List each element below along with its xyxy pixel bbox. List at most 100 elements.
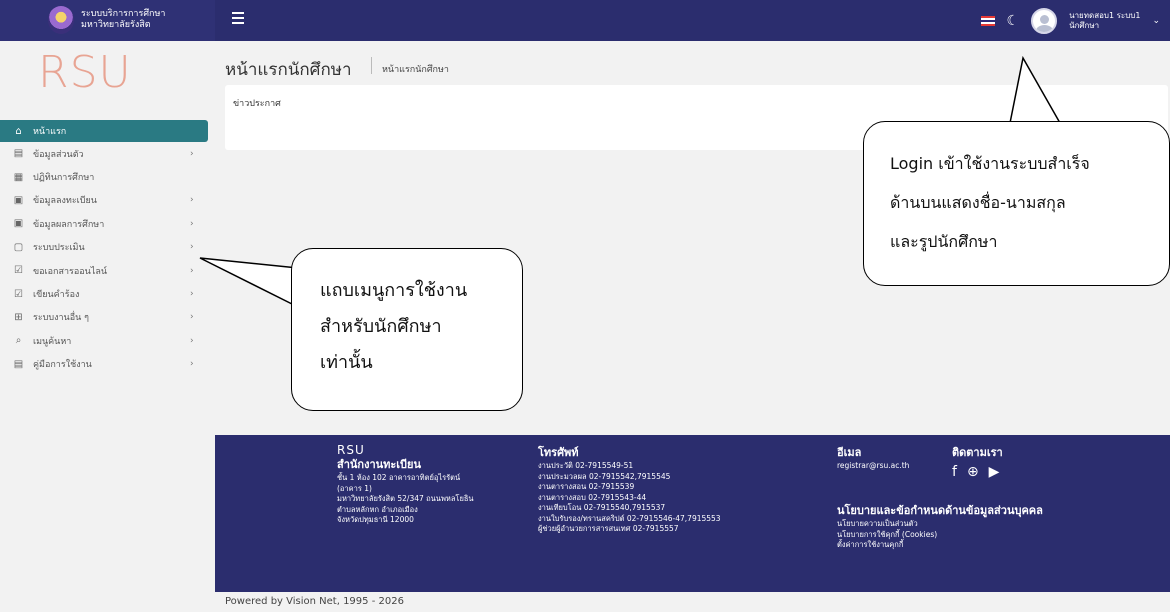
globe-icon[interactable]: ⊕ — [967, 465, 979, 478]
address-line: ชั้น 1 ห้อง 102 อาคารอาทิตย์อุไรรัตน์ — [337, 473, 461, 482]
address-line: มหาวิทยาลัยรังสิต 52/347 ถนนพหลโยธิน — [337, 494, 474, 503]
menu-item-icon: ⊞ — [14, 311, 23, 323]
chevron-right-icon: › — [190, 289, 194, 300]
brand-title: ระบบบริการการศึกษา — [81, 9, 166, 19]
sidebar-item-label: ระบบงานอื่น ๆ — [33, 313, 89, 324]
menu-callout-line: เท่านั้น — [320, 352, 373, 373]
announcement-title: ข่าวประกาศ — [233, 99, 281, 109]
sidebar-item[interactable]: ▤ คู่มือการใช้งาน › — [0, 353, 215, 376]
login-callout-line: Login เข้าใช้งานระบบสำเร็จ — [890, 154, 1090, 173]
menu-item-icon: ▤ — [13, 358, 24, 370]
menu-item-icon: ▣ — [13, 218, 24, 230]
policy-link[interactable]: นโยบายความเป็นส่วนตัว — [837, 519, 1067, 530]
thai-flag-icon[interactable] — [980, 15, 995, 26]
sidebar-item-label: เมนูค้นหา — [33, 336, 72, 347]
menu-callout: แถบเมนูการใช้งาน สำหรับนักศึกษา เท่านั้น — [291, 248, 523, 411]
menu-item-icon: ▤ — [13, 148, 24, 160]
phone-line: งานตารางสอบ 02-7915543-44 — [538, 492, 647, 502]
address-line: (อาคาร 1) — [337, 483, 372, 493]
menu-callout-line: สำหรับนักศึกษา — [320, 316, 442, 337]
sidebar-item-label: คู่มือการใช้งาน — [33, 360, 92, 371]
footer-logo: RSU — [337, 443, 365, 457]
sidebar: RSU ⌂ หน้าแรก ▤ ข้อมูลส่วนตัว › ▦ ปฏิทินการศึก… — [0, 41, 215, 612]
sidebar-item[interactable]: ☑ เขียนคำร้อง › — [0, 282, 215, 305]
phone-line: งานประวัติ 02-7915549-51 — [538, 461, 634, 470]
sidebar-item[interactable]: ⌕ เมนูค้นหา › — [0, 329, 215, 352]
top-navbar: ระบบบริการการศึกษา มหาวิทยาลัยรังสิต ☾ น… — [0, 0, 1170, 41]
chevron-right-icon: › — [190, 335, 194, 346]
brand-subtitle: มหาวิทยาลัยรังสิต — [81, 20, 151, 30]
sidebar-item[interactable]: ▤ ข้อมูลส่วนตัว › — [0, 142, 215, 165]
phone-title: โทรศัพท์ — [538, 446, 579, 459]
sidebar-menu: ⌂ หน้าแรก ▤ ข้อมูลส่วนตัว › ▦ ปฏิทินการศึกษา ▣ ข… — [0, 120, 215, 376]
chevron-down-icon[interactable]: ⌄ — [1152, 16, 1160, 26]
phone-line: งานเทียบโอน 02-7915540,7915537 — [538, 503, 666, 512]
address-line: ตำบลหลักหก อำเภอเมือง — [337, 504, 418, 514]
policy-link[interactable]: นโยบายการใช้คุกกี้ (Cookies) — [837, 530, 1067, 541]
office-title: สำนักงานทะเบียน — [337, 458, 422, 471]
sidebar-item-label: ปฏิทินการศึกษา — [33, 173, 95, 184]
menu-callout-line: แถบเมนูการใช้งาน — [320, 280, 468, 301]
chevron-right-icon: › — [190, 218, 194, 229]
menu-item-icon: ☑ — [14, 265, 23, 277]
sidebar-item[interactable]: ▦ ปฏิทินการศึกษา — [0, 165, 215, 188]
phone-line: งานประมวลผล 02-7915542,7915545 — [538, 471, 671, 481]
footer-policy: นโยบายและข้อกำหนดด้านข้อมูลส่วนบุคคล นโย… — [837, 502, 1067, 551]
avatar[interactable] — [1031, 7, 1058, 34]
sidebar-item-label: ขอเอกสารออนไลน์ — [33, 266, 108, 277]
powered-by: Powered by Vision Net, 1995 - 2026 — [225, 596, 404, 607]
user-info[interactable]: นายทดสอบ1 ระบบ1 นักศึกษา — [1069, 11, 1140, 31]
sidebar-item[interactable]: ▣ ข้อมูลลงทะเบียน › — [0, 189, 215, 212]
sidebar-item-label: ข้อมูลลงทะเบียน — [33, 196, 97, 207]
facebook-icon[interactable]: f — [952, 465, 957, 478]
sidebar-item[interactable]: ▢ ระบบประเมิน › — [0, 236, 215, 259]
sidebar-item[interactable]: ⊞ ระบบงานอื่น ๆ › — [0, 306, 215, 329]
sidebar-item-label: ระบบประเมิน — [33, 243, 85, 254]
phone-line: งานตารางสอน 02-7915539 — [538, 482, 635, 491]
footer: RSU สำนักงานทะเบียน ชั้น 1 ห้อง 102 อาคา… — [215, 435, 1170, 592]
sidebar-item-label: เขียนคำร้อง — [33, 290, 80, 301]
rsu-logo: RSU — [38, 47, 132, 98]
moon-icon[interactable]: ☾ — [1007, 13, 1020, 29]
university-logo-icon — [48, 6, 74, 34]
login-callout: Login เข้าใช้งานระบบสำเร็จ ด้านบนแสดงชื่… — [863, 121, 1170, 286]
youtube-icon[interactable]: ▶ — [989, 465, 1000, 478]
page-title: หน้าแรกนักศึกษา — [225, 60, 352, 80]
breadcrumb-divider — [371, 57, 372, 74]
sidebar-item[interactable]: ⌂ หน้าแรก — [0, 120, 208, 142]
menu-item-icon: ▣ — [13, 194, 24, 206]
breadcrumb[interactable]: หน้าแรกนักศึกษา — [382, 62, 449, 76]
menu-item-icon: ▦ — [13, 171, 24, 183]
sidebar-item-label: หน้าแรก — [33, 127, 67, 137]
brand-area[interactable]: ระบบบริการการศึกษา มหาวิทยาลัยรังสิต — [0, 0, 215, 41]
chevron-right-icon: › — [190, 195, 194, 206]
policy-link[interactable]: ตั้งค่าการใช้งานคุกกี้ — [837, 540, 1067, 551]
chevron-right-icon: › — [190, 148, 194, 159]
menu-item-icon: ▢ — [13, 241, 24, 253]
menu-item-icon: ☑ — [14, 288, 23, 300]
user-name: นายทดสอบ1 ระบบ1 — [1069, 10, 1141, 20]
footer-phones: โทรศัพท์ งานประวัติ 02-7915549-51 งานประม… — [538, 445, 721, 535]
chevron-right-icon: › — [190, 359, 194, 370]
phone-line: งานใบรับรอง/ทรานสคริปต์ 02-7915546-47,79… — [538, 513, 721, 523]
sidebar-item[interactable]: ☑ ขอเอกสารออนไลน์ › — [0, 259, 215, 282]
login-callout-line: ด้านบนแสดงชื่อ-นามสกุล — [890, 193, 1066, 212]
menu-item-icon: ⌕ — [15, 335, 22, 347]
menu-item-icon: ⌂ — [15, 125, 22, 137]
sidebar-item[interactable]: ▣ ข้อมูลผลการศึกษา › — [0, 212, 215, 235]
phone-line: ผู้ช่วยผู้อำนวยการสารสนเทศ 02-7915557 — [538, 524, 679, 533]
login-callout-line: และรูปนักศึกษา — [890, 232, 998, 251]
footer-office: RSU สำนักงานทะเบียน ชั้น 1 ห้อง 102 อาคา… — [337, 444, 474, 526]
sidebar-item-label: ข้อมูลส่วนตัว — [33, 149, 84, 160]
sidebar-item-label: ข้อมูลผลการศึกษา — [33, 219, 105, 230]
user-role: นักศึกษา — [1069, 20, 1100, 30]
menu-icon[interactable] — [232, 12, 244, 26]
address-line: จังหวัดปทุมธานี 12000 — [337, 515, 414, 524]
chevron-right-icon: › — [190, 265, 194, 276]
email-title: อีเมล — [837, 446, 862, 459]
follow-title: ติดตามเรา — [952, 446, 1003, 459]
chevron-right-icon: › — [190, 242, 194, 253]
policy-title: นโยบายและข้อกำหนดด้านข้อมูลส่วนบุคคล — [837, 504, 1043, 517]
email-link[interactable]: registrar@rsu.ac.th — [837, 461, 909, 472]
footer-email: อีเมล registrar@rsu.ac.th — [837, 445, 909, 472]
